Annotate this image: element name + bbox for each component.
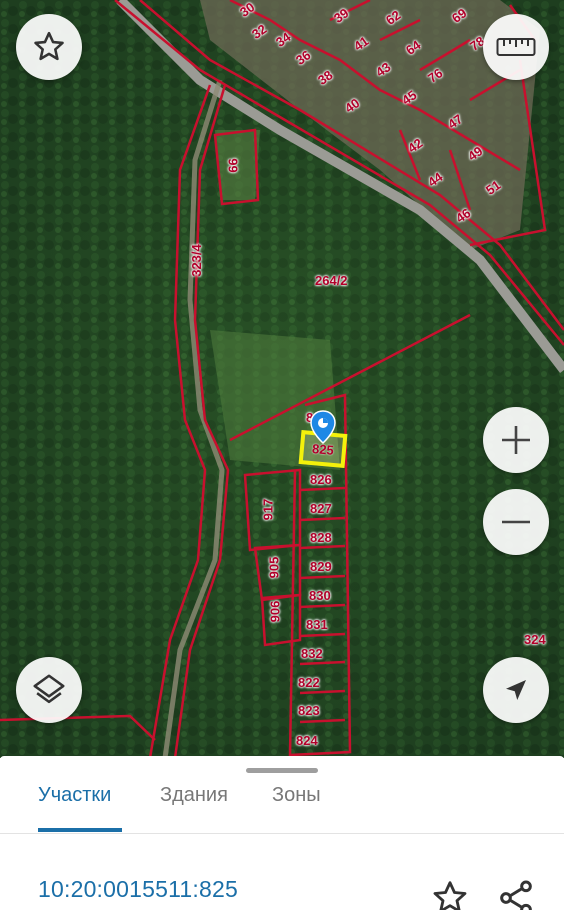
plot-label: 827 [310,501,332,516]
tab-bar: Участки Здания Зоны [0,776,564,834]
plot-label: 830 [309,588,331,603]
plot-label: 832 [301,646,323,661]
layers-icon [33,674,65,704]
plot-label: 323/4 [188,244,204,277]
active-tab-indicator [38,828,122,832]
plot-label: 66 [225,158,241,173]
tab-buildings[interactable]: Здания [160,784,228,807]
plot-label: 905 [266,556,282,579]
cadastral-number: 10:20:0015511:825 [38,876,238,902]
share-icon[interactable] [496,878,536,910]
zoom-out-button[interactable] [483,489,549,555]
ruler-icon [496,38,536,56]
bottom-sheet[interactable]: Участки Здания Зоны 10:20:0015511:825 [0,756,564,910]
minus-icon [502,520,530,524]
plot-label: 324 [524,632,546,647]
layers-button[interactable] [16,657,82,723]
app-root: 30 32 34 36 38 39 40 41 42 43 44 45 46 4… [0,0,564,910]
plot-label: 829 [310,559,332,574]
location-pin-icon[interactable] [310,410,336,444]
plot-label: 264/2 [315,273,348,288]
my-location-button[interactable] [483,657,549,723]
plot-label: 824 [296,733,318,748]
tab-zones[interactable]: Зоны [272,784,321,807]
navigation-arrow-icon [506,680,526,700]
tab-plots[interactable]: Участки [38,784,111,807]
plot-label: 831 [306,617,328,632]
sheet-drag-handle[interactable] [246,768,318,773]
star-outline-icon[interactable] [430,878,470,910]
zoom-in-button[interactable] [483,407,549,473]
map-view[interactable]: 30 32 34 36 38 39 40 41 42 43 44 45 46 4… [0,0,564,758]
favorite-button[interactable] [16,14,82,80]
plot-label: 917 [260,498,276,521]
ruler-button[interactable] [483,14,549,80]
plus-icon [502,426,530,454]
plot-label: 823 [298,703,320,718]
plot-label: 822 [298,675,320,690]
plot-label: 828 [310,530,332,545]
plot-label: 826 [310,472,332,487]
satellite-map [0,0,564,758]
plot-label: 906 [267,600,283,623]
star-outline-icon [34,31,64,61]
